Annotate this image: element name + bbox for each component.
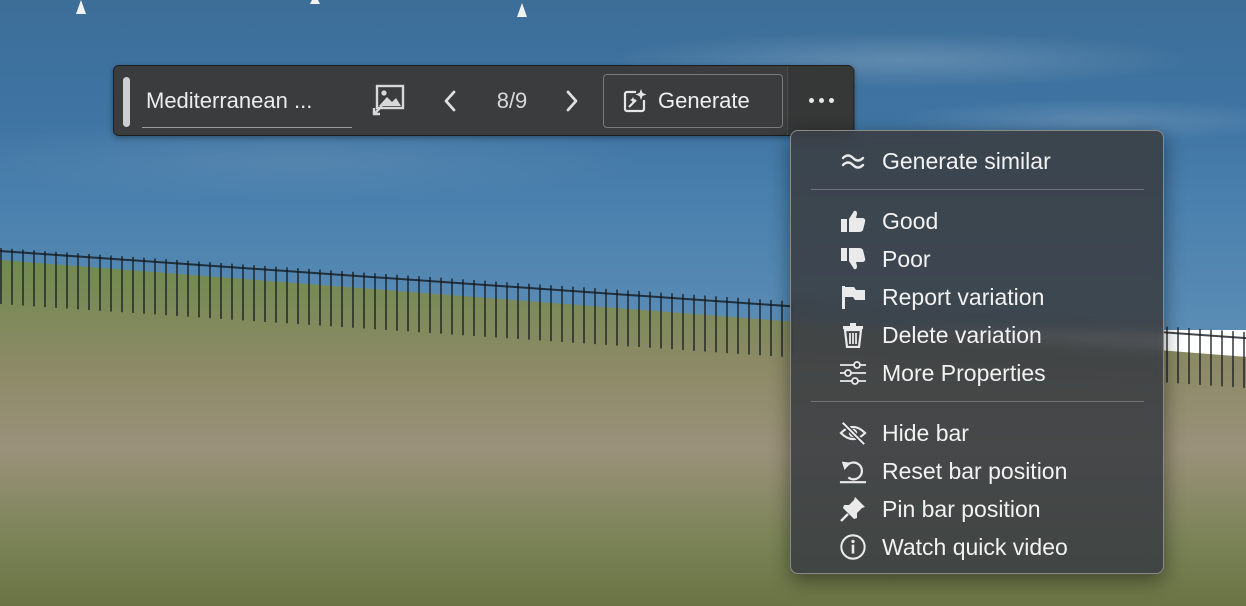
drag-handle[interactable] xyxy=(123,77,130,127)
menu-item-report-variation[interactable]: Report variation xyxy=(839,279,1159,315)
approx-icon xyxy=(839,147,867,175)
more-options-button[interactable] xyxy=(787,66,855,135)
sliders-icon xyxy=(839,359,867,387)
menu-item-label: Hide bar xyxy=(882,420,969,446)
sailboat xyxy=(310,0,320,4)
menu-item-label: Reset bar position xyxy=(882,458,1068,484)
next-variation-button[interactable] xyxy=(558,84,586,118)
ellipsis-dot xyxy=(829,98,834,103)
menu-separator xyxy=(811,189,1144,190)
menu-item-label: Generate similar xyxy=(882,148,1051,174)
trash-icon xyxy=(839,321,867,349)
prompt-text: Mediterranean ... xyxy=(146,88,313,113)
eye-slash-icon xyxy=(839,419,867,447)
generate-button[interactable]: Generate xyxy=(603,74,783,128)
prompt-input[interactable]: Mediterranean ... xyxy=(142,84,352,128)
menu-item-reset-bar-position[interactable]: Reset bar position xyxy=(839,453,1159,489)
ellipsis-dot xyxy=(819,98,824,103)
previous-variation-button[interactable] xyxy=(436,84,464,118)
info-icon xyxy=(839,533,867,561)
menu-item-good[interactable]: Good xyxy=(839,203,1159,239)
menu-item-label: Poor xyxy=(882,246,931,272)
menu-item-delete-variation[interactable]: Delete variation xyxy=(839,317,1159,353)
thumbs-down-icon xyxy=(839,245,867,273)
menu-item-poor[interactable]: Poor xyxy=(839,241,1159,277)
menu-item-label: Good xyxy=(882,208,939,234)
generate-label: Generate xyxy=(658,88,750,113)
pin-icon xyxy=(839,495,867,523)
menu-item-pin-bar-position[interactable]: Pin bar position xyxy=(839,491,1159,527)
menu-item-label: Watch quick video xyxy=(882,534,1068,560)
thumbs-up-icon xyxy=(839,207,867,235)
menu-item-hide-bar[interactable]: Hide bar xyxy=(839,415,1159,451)
chevron-left-icon xyxy=(444,90,456,112)
more-options-menu: Generate similar Good Poor Report variat… xyxy=(790,130,1164,574)
menu-item-label: Report variation xyxy=(882,284,1045,310)
menu-separator xyxy=(811,401,1144,402)
variation-counter: 8/9 xyxy=(496,88,528,113)
chevron-right-icon xyxy=(566,90,578,112)
menu-item-more-properties[interactable]: More Properties xyxy=(839,355,1159,391)
contextual-task-bar: Mediterranean ... 8/9 Generate xyxy=(113,65,855,136)
menu-item-label: Pin bar position xyxy=(882,496,1041,522)
reset-icon xyxy=(839,457,867,485)
sailboat xyxy=(76,0,86,14)
generate-icon xyxy=(623,89,647,113)
reference-image-button[interactable] xyxy=(371,82,407,118)
reference-image-icon xyxy=(372,84,405,116)
flag-icon xyxy=(839,283,867,311)
menu-item-watch-quick-video[interactable]: Watch quick video xyxy=(839,529,1159,565)
menu-item-label: Delete variation xyxy=(882,322,1042,348)
sailboat xyxy=(517,3,527,17)
menu-item-generate-similar[interactable]: Generate similar xyxy=(839,143,1159,179)
menu-item-label: More Properties xyxy=(882,360,1046,386)
ellipsis-icon xyxy=(809,98,814,103)
